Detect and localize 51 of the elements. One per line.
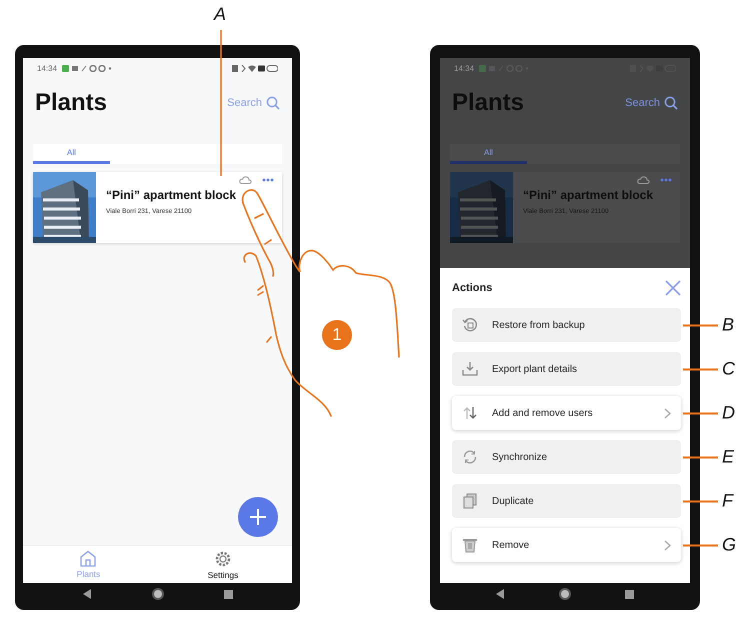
sync-icon — [462, 449, 478, 465]
sheet-title: Actions — [452, 282, 492, 294]
chevron-icon — [664, 540, 671, 550]
callout-label: D — [722, 402, 735, 424]
nav-item[interactable]: Settings — [200, 546, 246, 583]
tab[interactable]: All — [33, 144, 110, 164]
chevron-icon — [664, 408, 671, 418]
up-down-arrows-icon — [462, 405, 478, 421]
callout-label: B — [722, 314, 734, 336]
restore-icon — [462, 317, 478, 333]
home-button-icon[interactable] — [558, 587, 572, 601]
status-time: 14:34 — [37, 64, 58, 72]
status-icons — [232, 64, 278, 72]
leader-line — [683, 500, 718, 502]
callout-label: E — [722, 446, 734, 468]
leader-line — [683, 368, 718, 370]
trash-icon — [462, 537, 478, 553]
notification-icons — [479, 64, 530, 72]
home-button-icon[interactable] — [150, 587, 164, 601]
add-button[interactable] — [238, 497, 278, 537]
back-icon[interactable] — [82, 589, 92, 599]
callout-label: A — [214, 4, 226, 25]
close-icon — [665, 280, 681, 296]
plant-name: “Pini” apartment block — [523, 188, 654, 202]
plus-icon — [249, 508, 267, 526]
download-icon — [462, 361, 478, 377]
plant-name: “Pini” apartment block — [106, 188, 238, 202]
cloud-icon — [239, 176, 252, 184]
back-icon[interactable] — [496, 589, 506, 599]
callout-label: F — [722, 490, 733, 512]
step-badge: 1 — [322, 320, 352, 350]
leader-line — [683, 544, 718, 546]
close-button[interactable] — [665, 280, 681, 296]
leader-line — [683, 456, 718, 458]
callout-label: C — [722, 358, 735, 380]
status-time: 14:34 — [454, 64, 474, 72]
leader-line — [683, 412, 718, 414]
leader-line — [683, 324, 718, 326]
callout-label: G — [722, 534, 736, 556]
settings-icon — [214, 550, 232, 568]
recents-icon[interactable] — [224, 590, 232, 598]
page-title: Plants — [35, 89, 108, 117]
search-icon — [266, 96, 280, 110]
page-title: Plants — [452, 89, 526, 117]
copy-icon — [462, 493, 478, 509]
recents-icon[interactable] — [624, 590, 634, 598]
cloud-icon — [637, 176, 650, 184]
search-icon — [664, 96, 678, 110]
home-icon — [79, 550, 98, 567]
more-icon[interactable] — [262, 178, 274, 182]
notification-icons — [62, 64, 112, 72]
